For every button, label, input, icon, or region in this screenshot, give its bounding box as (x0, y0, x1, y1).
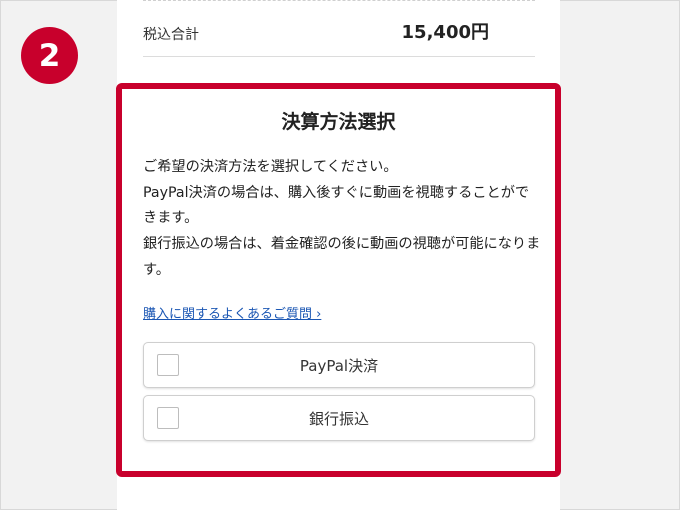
description-line: ご希望の決済方法を選択してください。 (143, 159, 398, 175)
bank-transfer-option-label: 銀行振込 (308, 410, 369, 428)
paypal-option[interactable]: PayPal決済 (143, 342, 535, 388)
description-line: PayPal決済の場合は、購入後すぐに動画を視聴することができます。 (143, 184, 530, 227)
section-title: 決算方法選択 (281, 111, 396, 133)
step-badge: 2 (21, 27, 78, 84)
description-line: 銀行振込の場合は、着金確認の後に動画の視聴が可能になります。 (143, 236, 541, 278)
payment-method-section: 決算方法選択 ご希望の決済方法を選択してください。 PayPal決済の場合は、購… (116, 83, 561, 477)
payment-description: ご希望の決済方法を選択してください。 PayPal決済の場合は、購入後すぐに動画… (143, 155, 543, 284)
order-total-row: 税込合計 15,400円 (143, 14, 535, 54)
paypal-option-label: PayPal決済 (299, 357, 379, 375)
total-label: 税込合計 (143, 27, 199, 43)
divider (143, 56, 535, 57)
faq-link[interactable]: 購入に関するよくあるご質問 › (143, 303, 321, 322)
step-number: 2 (38, 37, 61, 74)
total-value: 15,400円 (401, 22, 489, 43)
bank-transfer-option[interactable]: 銀行振込 (143, 395, 535, 441)
divider (143, 0, 535, 1)
